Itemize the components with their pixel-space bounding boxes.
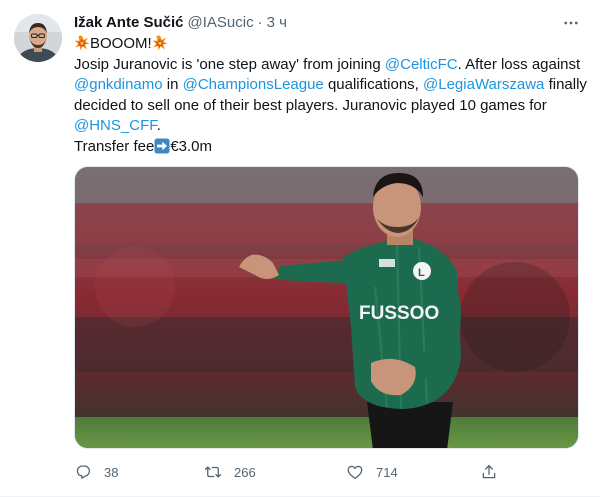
shirt-sponsor-text: FUSSOO: [359, 303, 439, 324]
reply-count: 38: [104, 464, 119, 480]
text-segment: in: [162, 76, 183, 93]
player-photo: L FUSSOO: [75, 167, 578, 448]
reply-icon: [76, 465, 91, 479]
tweet-actions: 38 266 714: [74, 460, 584, 484]
tweet-photo[interactable]: L FUSSOO: [74, 166, 579, 449]
retweet-count: 266: [234, 464, 256, 480]
tweet-line-2: Josip Juranovic is 'one step away' from …: [74, 55, 584, 76]
mention-legiawarszawa[interactable]: @LegiaWarszawa: [423, 76, 544, 93]
tweet-header: Ižak Ante Sučić @IASucic · 3 ч: [74, 12, 287, 32]
share-icon: [482, 464, 496, 479]
share-button[interactable]: [480, 460, 498, 484]
retweet-button[interactable]: 266: [204, 460, 256, 484]
reply-button[interactable]: 38: [74, 460, 118, 484]
mention-championsleague[interactable]: @ChampionsLeague: [183, 76, 324, 93]
author-avatar[interactable]: [14, 14, 62, 62]
text-segment: Josip Juranovic is 'one step away' from …: [74, 55, 385, 73]
text-segment: . After loss against: [457, 55, 581, 73]
header-separator: ·: [257, 13, 263, 31]
tweet-boom-text: BOOOM!: [90, 35, 152, 52]
like-button[interactable]: 714: [346, 460, 398, 484]
svg-text:L: L: [418, 267, 425, 279]
author-handle[interactable]: @IASucic: [187, 14, 253, 31]
mention-gnkdinamo[interactable]: @gnkdinamo: [74, 76, 163, 93]
retweet-icon: [204, 466, 222, 478]
collision-emoji-icon: [74, 35, 90, 51]
text-segment: qualifications,: [323, 76, 424, 93]
more-dots-icon: [564, 21, 578, 25]
tweet-line-4: decided to sell one of their best player…: [74, 96, 584, 117]
heart-icon: [347, 465, 363, 480]
text-segment: finally: [544, 76, 587, 93]
mention-hns-cff[interactable]: @HNS_CFF: [74, 117, 157, 134]
right-arrow-emoji-icon: [154, 138, 170, 153]
like-count: 714: [376, 464, 398, 480]
collision-emoji-icon: [152, 35, 168, 51]
tweet[interactable]: Ižak Ante Sučić @IASucic · 3 ч BOOOM! Jo…: [0, 0, 600, 497]
author-name[interactable]: Ižak Ante Sučić: [74, 14, 183, 31]
tweet-line-3: @gnkdinamo in @ChampionsLeague qualifica…: [74, 75, 587, 96]
tweet-line-5: @HNS_CFF.: [74, 116, 584, 137]
more-options-button[interactable]: [558, 10, 584, 36]
text-segment: €3.0m: [170, 137, 213, 155]
text-segment: Transfer fee: [74, 137, 155, 155]
text-segment: decided to sell one of their best player…: [74, 96, 547, 114]
text-segment: .: [156, 117, 161, 134]
avatar-photo: [14, 14, 62, 62]
mention-celticfc[interactable]: @CelticFC: [385, 56, 458, 73]
tweet-text: BOOOM! Josip Juranovic is 'one step away…: [74, 34, 587, 158]
tweet-timestamp[interactable]: 3 ч: [267, 14, 287, 31]
tweet-line-6: Transfer fee €3.0m: [74, 137, 584, 158]
tweet-line-1: BOOOM!: [74, 34, 584, 55]
